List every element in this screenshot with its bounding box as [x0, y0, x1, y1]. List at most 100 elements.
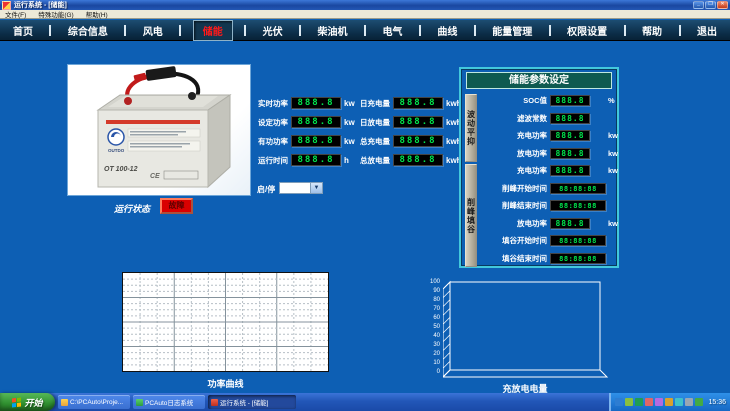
nav-item-exit[interactable]: 退出 — [692, 21, 722, 40]
tray-icon[interactable] — [675, 398, 683, 406]
folder-icon — [61, 399, 68, 406]
led-display: 888.8 — [291, 97, 341, 109]
led-display: 888.8 — [550, 130, 590, 141]
tray-icon[interactable] — [685, 398, 693, 406]
nav-item-pv[interactable]: 光伏 — [258, 21, 288, 40]
param-unit: % — [608, 96, 615, 105]
param-label: 放电功率 — [479, 218, 547, 229]
metric-daily-charge: 日充电量 888.8 kwh — [352, 97, 462, 109]
taskbar-item-run-system[interactable]: 运行系统 - [储能] — [208, 395, 296, 409]
param-row-charge-power: 充电功率 888.8 kw — [479, 127, 615, 145]
nav-separator — [419, 25, 421, 36]
led-display: 888.8 — [550, 218, 590, 229]
tray-icon[interactable] — [695, 398, 703, 406]
nav-item-storage[interactable]: 储能 — [193, 20, 233, 41]
param-row-charge-power-2: 充电功率 888.8 kw — [479, 162, 615, 180]
chevron-down-icon[interactable]: ▼ — [310, 183, 322, 193]
led-display: 888.8 — [550, 95, 590, 106]
group-label-peak-shave-valley-fill: 削峰填谷 — [465, 164, 477, 267]
y-tick: 50 — [420, 324, 440, 330]
y-tick: 90 — [420, 288, 440, 294]
param-row-valley-start-time: 填谷开始时间 88:88:88 — [479, 232, 615, 250]
led-display: 888.8 — [393, 154, 443, 166]
param-label: 削峰开始时间 — [479, 183, 547, 194]
battery-model: OT 100-12 — [104, 166, 138, 173]
nav-separator — [549, 25, 551, 36]
settings-panel-title: 储能参数设定 — [466, 72, 612, 89]
param-unit: kw — [608, 219, 618, 228]
metric-set-power: 设定功率 888.8 kw — [250, 116, 355, 128]
tray-icon[interactable] — [665, 398, 673, 406]
led-display: 888.8 — [291, 116, 341, 128]
nav-item-curves[interactable]: 曲线 — [432, 21, 462, 40]
tray-icon[interactable] — [635, 398, 643, 406]
metric-total-charge: 总充电量 888.8 kwh — [352, 135, 462, 147]
y-tick: 100 — [420, 279, 440, 285]
start-stop-dropdown[interactable]: ▼ — [279, 182, 323, 194]
taskbar-item-label: C:\PCAuto\Proje... — [70, 399, 123, 406]
start-button[interactable]: 开始 — [0, 393, 55, 411]
nav-separator — [244, 25, 246, 36]
app-window: 运行系统 - [储能] _ ❐ ✕ 文件(F) 特殊功能(G) 帮助(H) 首页… — [0, 0, 730, 411]
tray-icon[interactable] — [645, 398, 653, 406]
led-display: 888.8 — [550, 148, 590, 159]
nav-separator — [624, 25, 626, 36]
energy-metrics-column: 日充电量 888.8 kwh 日放电量 888.8 kwh 总充电量 888.8… — [352, 97, 462, 166]
nav-item-permissions[interactable]: 权限设置 — [562, 21, 612, 40]
menu-file[interactable]: 文件(F) — [5, 9, 26, 19]
nav-bar: 首页 综合信息 风电 储能 光伏 柴油机 电气 曲线 能量管理 权限设置 帮助 … — [0, 20, 730, 41]
nav-item-wind[interactable]: 风电 — [138, 21, 168, 40]
close-button[interactable]: ✕ — [717, 1, 728, 9]
nav-item-help[interactable]: 帮助 — [637, 21, 667, 40]
param-unit: kw — [608, 149, 618, 158]
metric-label: 有功功率 — [250, 136, 288, 147]
metric-realtime-power: 实时功率 888.8 kw — [250, 97, 355, 109]
param-label: 放电功率 — [479, 148, 547, 159]
taskbar: 开始 C:\PCAuto\Proje... PCAuto日志系统 运行系统 - … — [0, 393, 730, 411]
nav-separator — [679, 25, 681, 36]
power-metrics-column: 实时功率 888.8 kw 设定功率 888.8 kw 有功功率 888.8 k… — [250, 97, 355, 166]
battery-brand: OUTDO — [108, 148, 125, 153]
nav-item-home[interactable]: 首页 — [8, 21, 38, 40]
taskbar-item-log-system[interactable]: PCAuto日志系统 — [133, 395, 205, 409]
windows-logo-icon — [12, 397, 21, 407]
param-row-filter-constant: 滤波常数 888.8 — [479, 110, 615, 128]
app-icon — [136, 399, 143, 406]
tray-icon[interactable] — [655, 398, 663, 406]
metric-total-discharge: 总放电量 888.8 kwh — [352, 154, 462, 166]
tray-icon[interactable] — [615, 398, 623, 406]
y-tick: 10 — [420, 360, 440, 366]
led-display: 888.8 — [393, 135, 443, 147]
led-display: 888.8 — [550, 165, 590, 176]
taskbar-item-label: 运行系统 - [储能] — [220, 397, 268, 407]
taskbar-item-explorer[interactable]: C:\PCAuto\Proje... — [58, 395, 130, 409]
y-tick: 80 — [420, 297, 440, 303]
menu-special-functions[interactable]: 特殊功能(G) — [38, 9, 73, 19]
y-tick: 30 — [420, 342, 440, 348]
param-label: 削峰结束时间 — [479, 200, 547, 211]
ce-mark: CE — [150, 173, 160, 180]
menu-help[interactable]: 帮助(H) — [86, 9, 108, 19]
led-display: 888.8 — [393, 97, 443, 109]
led-display: 888.8 — [291, 154, 341, 166]
param-row-peak-start-time: 削峰开始时间 88:88:88 — [479, 180, 615, 198]
param-label: 充电功率 — [479, 130, 547, 141]
tray-icon[interactable] — [625, 398, 633, 406]
metric-label: 日充电量 — [352, 98, 390, 109]
tray-clock[interactable]: 15:36 — [708, 399, 726, 406]
led-display: 88:88:88 — [550, 235, 606, 246]
chart-3d-frame — [443, 280, 614, 380]
nav-item-diesel[interactable]: 柴油机 — [313, 21, 353, 40]
param-label: 滤波常数 — [479, 113, 547, 124]
nav-item-overview[interactable]: 综合信息 — [63, 21, 113, 40]
power-curve-label: 功率曲线 — [122, 377, 329, 390]
y-tick: 60 — [420, 315, 440, 321]
led-display: 888.8 — [393, 116, 443, 128]
nav-item-energy-mgmt[interactable]: 能量管理 — [487, 21, 537, 40]
restore-button[interactable]: ❐ — [705, 1, 716, 9]
param-row-valley-end-time: 填谷结束时间 88:88:88 — [479, 250, 615, 268]
nav-item-electrical[interactable]: 电气 — [377, 21, 407, 40]
minimize-button[interactable]: _ — [693, 1, 704, 9]
battery-illustration: OUTDO OT 100-12 CE — [68, 65, 250, 195]
metric-active-power: 有功功率 888.8 kw — [250, 135, 355, 147]
